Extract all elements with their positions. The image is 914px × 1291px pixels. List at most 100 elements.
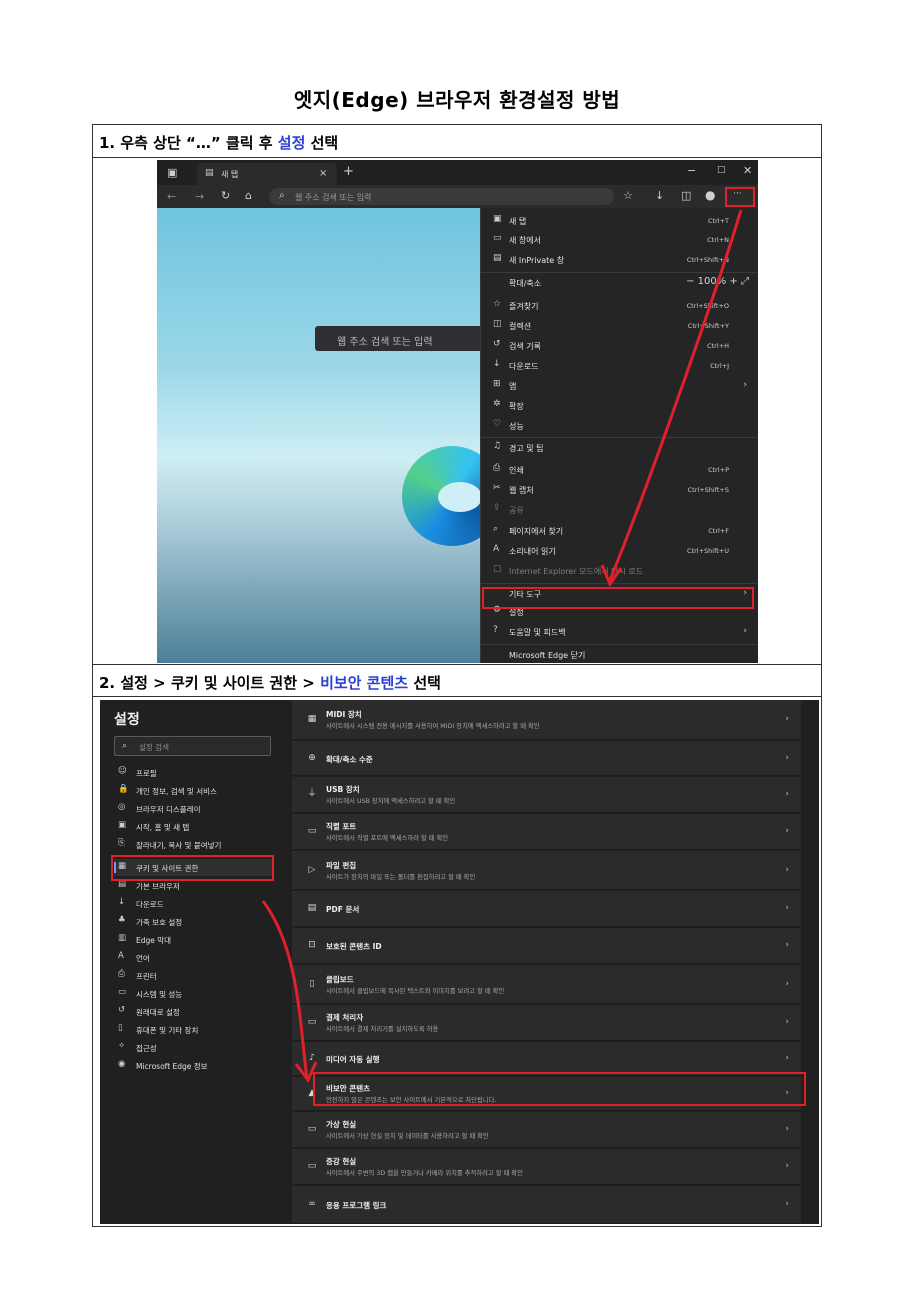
permission-row-midi[interactable]: ▦ MIDI 장치 사이트에서 시스템 전용 메시지를 사용하여 MIDI 장치에 … bbox=[292, 700, 801, 740]
permission-row-media-autoplay[interactable]: ♪ 미디어 자동 실행 › bbox=[292, 1042, 801, 1076]
home-icon[interactable]: ⌂ bbox=[245, 190, 252, 201]
sidebar-item-languages[interactable]: A 언어 bbox=[114, 949, 274, 966]
favorites-icon: ☆ bbox=[493, 299, 502, 309]
permission-row-zoom-level[interactable]: ⊕ 확대/축소 수준 › bbox=[292, 741, 801, 776]
chevron-right-icon[interactable]: › bbox=[785, 1124, 789, 1134]
menu-item-help[interactable]: ? 도움말 및 피드백 › bbox=[481, 622, 758, 642]
permission-row-serial-port[interactable]: ▭ 직렬 포트 사이트에서 직렬 포트에 액세스하려 할 때 확인 › bbox=[292, 814, 801, 850]
sidebar-item-phone[interactable]: ▯ 휴대폰 및 기타 장치 bbox=[114, 1021, 274, 1038]
sidebar-item-system[interactable]: ▭ 시스템 및 성능 bbox=[114, 985, 274, 1002]
menu-item-favorites[interactable]: ☆ 즐겨찾기 Ctrl+Shift+O bbox=[481, 296, 758, 316]
sidebar-item-about-edge[interactable]: ◉ Microsoft Edge 정보 bbox=[114, 1057, 274, 1074]
chevron-right-icon[interactable]: › bbox=[785, 1053, 789, 1063]
menu-item-read-aloud[interactable]: A 소리내어 읽기 Ctrl+Shift+U bbox=[481, 541, 758, 561]
sidebar-item-downloads[interactable]: ↓ 다운로드 bbox=[114, 895, 274, 912]
permission-row-clipboard[interactable]: ▯ 클립보드 사이트에서 클립보드에 복사된 텍스트와 이미지를 보려고 할 때 확… bbox=[292, 965, 801, 1004]
permission-row-app-links[interactable]: ∞ 응용 프로그램 링크 › bbox=[292, 1186, 801, 1224]
settings-search-placeholder: 설정 검색 bbox=[139, 743, 169, 752]
zoom-controls[interactable]: − 100% + ⤢ bbox=[686, 276, 749, 287]
address-placeholder: 웹 주소 검색 또는 입력 bbox=[295, 193, 372, 202]
chevron-right-icon[interactable]: › bbox=[785, 753, 789, 763]
menu-item-new-tab[interactable]: ▣ 새 탭 Ctrl+T bbox=[481, 211, 758, 231]
find-icon: ⌕ bbox=[493, 524, 499, 534]
menu-item-ie-mode[interactable]: ▢ Internet Explorer 모드에서 다시 로드 bbox=[481, 561, 758, 581]
menu-item-print[interactable]: ⎙ 인쇄 Ctrl+P bbox=[481, 460, 758, 480]
permission-row-pdf[interactable]: ▤ PDF 문서 › bbox=[292, 891, 801, 927]
chevron-right-icon[interactable]: › bbox=[785, 1017, 789, 1027]
browser-tab[interactable]: ▤ 새 탭 × bbox=[197, 163, 337, 185]
menu-item-alerts[interactable]: ♫ 경고 및 팁 bbox=[481, 437, 758, 457]
back-icon[interactable]: ← bbox=[167, 191, 176, 202]
permission-row-payment[interactable]: ▭ 결제 처리자 사이트에서 결제 처리기를 설치하도록 허용 › bbox=[292, 1005, 801, 1041]
chevron-right-icon[interactable]: › bbox=[785, 903, 789, 913]
chevron-right-icon[interactable]: › bbox=[785, 865, 789, 875]
sidebar-item-edge-bar[interactable]: ▥ Edge 막대 bbox=[114, 931, 274, 948]
menu-item-share[interactable]: ⇪ 공유 bbox=[481, 500, 758, 520]
chevron-right-icon[interactable]: › bbox=[785, 979, 789, 989]
window-close-icon[interactable]: ✕ bbox=[743, 165, 752, 176]
tab-close-icon[interactable]: × bbox=[319, 169, 327, 179]
inprivate-icon: ▤ bbox=[493, 253, 502, 263]
settings-sidebar: 설정 ⌕ 설정 검색 ☺ 프로필 🔒 개인 정보, 검색 및 서비스 ◎ 브라우저 디스플… bbox=[100, 700, 285, 1224]
menu-item-apps[interactable]: ⊞ 앱 › bbox=[481, 376, 758, 396]
sidebar-item-label: 프로필 bbox=[136, 769, 157, 778]
menu-item-performance[interactable]: ♡ 성능 bbox=[481, 416, 758, 436]
new-tab-plus-icon[interactable]: + bbox=[343, 165, 354, 178]
menu-item-history[interactable]: ↺ 검색 기록 Ctrl+H bbox=[481, 336, 758, 356]
menu-item-shortcut: Ctrl+Shift+U bbox=[687, 547, 729, 555]
cookies-callout bbox=[111, 855, 274, 881]
step-1-prefix: 1. 우측 상단 “…” 클릭 후 bbox=[99, 134, 278, 152]
serial-port-icon: ▭ bbox=[307, 826, 317, 836]
permission-title: 결제 처리자 bbox=[326, 1013, 364, 1022]
extensions-icon: ✲ bbox=[493, 399, 501, 409]
chevron-right-icon[interactable]: › bbox=[785, 940, 789, 950]
menu-item-web-capture[interactable]: ✂ 웹 캡처 Ctrl+Shift+S bbox=[481, 480, 758, 500]
chevron-right-icon[interactable]: › bbox=[785, 1161, 789, 1171]
permission-row-protected-content[interactable]: ⊡ 보호된 콘텐츠 ID › bbox=[292, 928, 801, 964]
permission-row-vr[interactable]: ▭ 가상 현실 사이트에서 가상 현실 장치 및 데이터를 사용하려고 할 때 확인… bbox=[292, 1112, 801, 1148]
menu-item-close-edge[interactable]: Microsoft Edge 닫기 bbox=[481, 644, 758, 663]
maximize-icon[interactable]: □ bbox=[717, 166, 726, 175]
refresh-icon[interactable]: ↻ bbox=[221, 190, 230, 201]
menu-item-inprivate[interactable]: ▤ 새 InPrivate 창 Ctrl+Shift+N bbox=[481, 250, 758, 270]
chevron-right-icon[interactable]: › bbox=[785, 789, 789, 799]
menu-item-extensions[interactable]: ✲ 확장 bbox=[481, 396, 758, 416]
appearance-icon: ◎ bbox=[118, 802, 126, 812]
menu-item-new-window[interactable]: ▭ 새 창에서 Ctrl+N bbox=[481, 230, 758, 250]
menu-item-download[interactable]: ↓ 다운로드 Ctrl+J bbox=[481, 356, 758, 376]
read-aloud-icon: A bbox=[493, 544, 500, 554]
chevron-right-icon[interactable]: › bbox=[785, 1199, 789, 1209]
profile-avatar-icon[interactable]: ● bbox=[705, 189, 715, 201]
menu-item-find[interactable]: ⌕ 페이지에서 찾기 Ctrl+F bbox=[481, 521, 758, 541]
settings-search-input[interactable]: ⌕ 설정 검색 bbox=[114, 736, 271, 756]
pdf-icon: ▤ bbox=[307, 903, 317, 913]
sidebar-item-printers[interactable]: ⎙ 프린터 bbox=[114, 967, 274, 984]
minimize-icon[interactable]: − bbox=[687, 165, 696, 176]
sidebar-item-family[interactable]: ♣ 가족 보호 설정 bbox=[114, 913, 274, 930]
sidebar-item-reset[interactable]: ↺ 원래대로 설정 bbox=[114, 1003, 274, 1020]
sidebar-item-privacy[interactable]: 🔒 개인 정보, 검색 및 서비스 bbox=[114, 782, 274, 799]
permission-row-ar[interactable]: ▭ 증강 현실 사이트에서 주변의 3D 맵을 만들거나 카메라 위치를 추적하려고… bbox=[292, 1149, 801, 1185]
collections-toolbar-icon[interactable]: ◫ bbox=[681, 190, 691, 201]
menu-item-collections[interactable]: ◫ 컬렉션 Ctrl+Shift+Y bbox=[481, 316, 758, 336]
sidebar-item-accessibility[interactable]: ✧ 접근성 bbox=[114, 1039, 274, 1056]
share-copy-icon: ⎘ bbox=[118, 838, 125, 848]
address-bar[interactable]: ⌕ 웹 주소 검색 또는 입력 bbox=[269, 188, 614, 205]
tab-title: 새 탭 bbox=[221, 170, 239, 179]
tab-actions-icon[interactable]: ▣ bbox=[167, 167, 177, 178]
forward-icon[interactable]: → bbox=[195, 191, 204, 202]
chevron-right-icon[interactable]: › bbox=[785, 714, 789, 724]
chevron-right-icon[interactable]: › bbox=[785, 826, 789, 836]
menu-item-label: 성능 bbox=[509, 422, 524, 431]
permission-row-file-edit[interactable]: ▷ 파일 편집 사이트가 장치의 파일 또는 폴더를 편집하려고 할 때 확인 › bbox=[292, 851, 801, 890]
menu-item-zoom[interactable]: 확대/축소 − 100% + ⤢ bbox=[481, 272, 758, 292]
sidebar-item-appearance[interactable]: ◎ 브라우저 디스플레이 bbox=[114, 800, 274, 817]
downloads-toolbar-icon[interactable]: ↓ bbox=[655, 190, 664, 201]
sidebar-item-share-copy[interactable]: ⎘ 잘라내기, 복사 및 붙여넣기 bbox=[114, 836, 274, 853]
step-2-suffix: 선택 bbox=[408, 674, 441, 692]
favorites-add-icon[interactable]: ☆ bbox=[623, 190, 633, 201]
sidebar-item-start-page[interactable]: ▣ 시작, 홈 및 새 탭 bbox=[114, 818, 274, 835]
sidebar-item-profile[interactable]: ☺ 프로필 bbox=[114, 764, 274, 781]
permission-description: 사이트에서 클립보드에 복사된 텍스트와 이미지를 보려고 할 때 확인 bbox=[326, 988, 505, 995]
permission-row-usb[interactable]: ⏚ USB 장치 사이트에서 USB 장치에 액세스하려고 할 때 확인 › bbox=[292, 777, 801, 813]
